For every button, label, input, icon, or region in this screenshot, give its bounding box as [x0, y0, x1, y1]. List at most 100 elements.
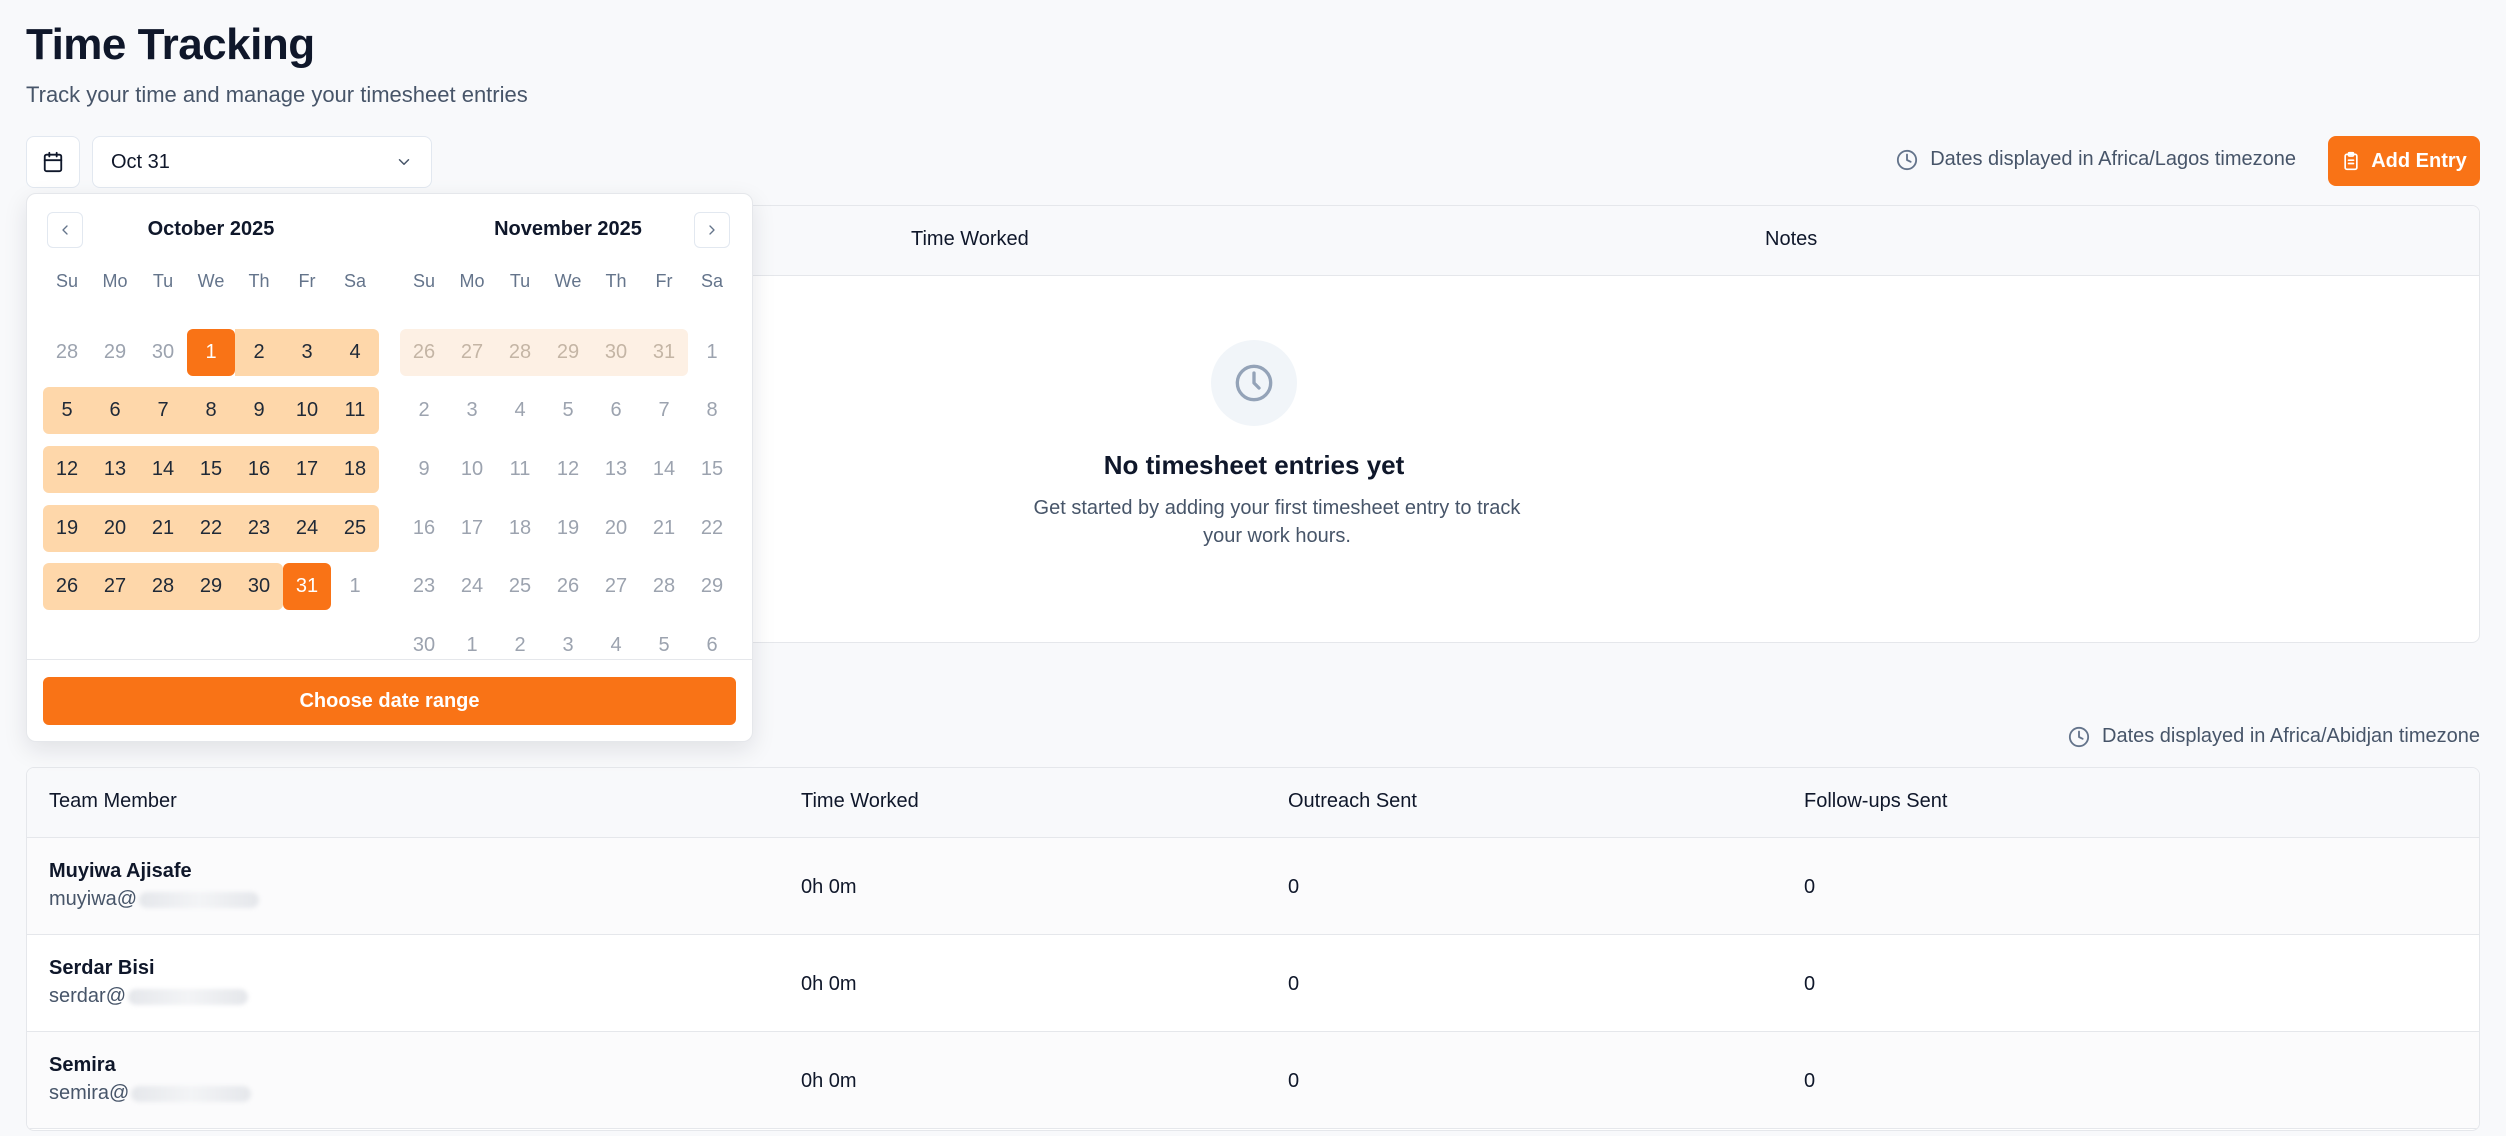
calendar-day[interactable]: 4	[496, 387, 544, 434]
calendar-day[interactable]: 5	[640, 622, 688, 669]
calendar-day[interactable]: 26	[544, 563, 592, 610]
date-select[interactable]: Oct 31	[92, 136, 432, 188]
calendar-day[interactable]: 14	[139, 446, 187, 494]
table-row[interactable]: Muyiwa Ajisafe muyiwa@ 0h 0m 0 0	[27, 838, 2479, 935]
calendar-day[interactable]: 29	[688, 563, 736, 610]
calendar-day[interactable]: 1	[448, 622, 496, 669]
calendar-day[interactable]: 1	[187, 328, 235, 376]
calendar-day[interactable]: 1	[688, 329, 736, 376]
calendar-day[interactable]: 22	[688, 505, 736, 552]
calendar-day[interactable]: 21	[139, 504, 187, 552]
calendar-day[interactable]: 26	[400, 328, 448, 376]
calendar-day[interactable]: 5	[544, 387, 592, 434]
calendar-day[interactable]: 6	[91, 387, 139, 435]
chevron-right-icon	[709, 225, 715, 235]
weekday-label: Tu	[152, 270, 174, 291]
column-header-notes: Notes	[1765, 228, 1818, 250]
calendar-day[interactable]: 13	[592, 446, 640, 493]
calendar-day[interactable]: 12	[43, 446, 91, 494]
weekday-label: Sa	[700, 270, 724, 291]
calendar-day[interactable]: 1	[331, 563, 379, 610]
calendar-day[interactable]: 20	[91, 504, 139, 552]
calendar-day[interactable]: 28	[496, 328, 544, 376]
calendar-day[interactable]: 30	[400, 622, 448, 669]
add-entry-button[interactable]: Add Entry	[2328, 136, 2480, 186]
calendar-day[interactable]: 4	[592, 622, 640, 669]
calendar-day[interactable]: 28	[43, 329, 91, 376]
calendar-day[interactable]: 19	[43, 504, 91, 552]
calendar-day[interactable]: 4	[331, 328, 379, 376]
calendar-day[interactable]: 20	[592, 505, 640, 552]
member-name: Muyiwa Ajisafe	[49, 860, 192, 882]
calendar-day[interactable]: 9	[235, 387, 283, 435]
table-row[interactable]: Serdar Bisi serdar@ 0h 0m 0 0	[27, 935, 2479, 1032]
calendar-day[interactable]: 31	[283, 563, 331, 611]
calendar-day[interactable]: 31	[640, 328, 688, 376]
calendar-day[interactable]: 21	[640, 505, 688, 552]
calendar-day[interactable]: 5	[43, 387, 91, 435]
member-email: semira@	[49, 1082, 252, 1105]
calendar-day[interactable]: 2	[235, 328, 283, 376]
calendar-day[interactable]: 23	[400, 563, 448, 610]
calendar-day[interactable]: 18	[331, 446, 379, 494]
calendar-day[interactable]: 8	[688, 387, 736, 434]
calendar-day[interactable]: 28	[640, 563, 688, 610]
calendar-day[interactable]: 9	[400, 446, 448, 493]
calendar-day[interactable]: 24	[448, 563, 496, 610]
calendar-day[interactable]: 8	[187, 387, 235, 435]
calendar-day[interactable]: 26	[43, 563, 91, 611]
calendar-day[interactable]: 7	[139, 387, 187, 435]
calendar-day[interactable]: 2	[496, 622, 544, 669]
calendar-day[interactable]: 25	[496, 563, 544, 610]
calendar-day[interactable]: 10	[448, 446, 496, 493]
table-row[interactable]: Semira semira@ 0h 0m 0 0	[27, 1032, 2479, 1129]
calendar-day[interactable]: 3	[448, 387, 496, 434]
calendar-day[interactable]: 27	[592, 563, 640, 610]
calendar-day[interactable]: 29	[544, 328, 592, 376]
calendar-day[interactable]: 30	[592, 328, 640, 376]
calendar-day[interactable]: 15	[187, 446, 235, 494]
calendar-day[interactable]: 12	[544, 446, 592, 493]
popover-divider	[27, 659, 752, 660]
calendar-day[interactable]: 28	[139, 563, 187, 611]
calendar-day[interactable]: 2	[400, 387, 448, 434]
followups-sent-cell: 0	[1804, 1070, 1816, 1092]
calendar-day[interactable]: 3	[544, 622, 592, 669]
calendar-day[interactable]: 24	[283, 504, 331, 552]
choose-date-range-button[interactable]: Choose date range	[43, 677, 736, 725]
calendar-day[interactable]: 29	[91, 329, 139, 376]
prev-month-button[interactable]	[47, 212, 83, 248]
calendar-day[interactable]: 7	[640, 387, 688, 434]
calendar-button[interactable]	[26, 136, 80, 188]
calendar-day[interactable]: 14	[640, 446, 688, 493]
calendar-day[interactable]: 18	[496, 505, 544, 552]
calendar-day[interactable]: 17	[283, 446, 331, 494]
calendar-day[interactable]: 27	[91, 563, 139, 611]
column-header-time-worked: Time Worked	[801, 790, 919, 812]
calendar-day[interactable]: 16	[400, 505, 448, 552]
calendar-day[interactable]: 30	[139, 329, 187, 376]
calendar-day[interactable]: 29	[187, 563, 235, 611]
calendar-day[interactable]: 22	[187, 504, 235, 552]
calendar-day[interactable]: 13	[91, 446, 139, 494]
calendar-day[interactable]: 16	[235, 446, 283, 494]
chevron-left-icon	[62, 225, 68, 235]
calendar-day[interactable]: 6	[592, 387, 640, 434]
calendar-day[interactable]: 25	[331, 504, 379, 552]
calendar-day[interactable]: 27	[448, 328, 496, 376]
calendar-day[interactable]: 11	[496, 446, 544, 493]
column-header-time-worked: Time Worked	[911, 228, 1029, 250]
team-table-header: Team Member Time Worked Outreach Sent Fo…	[27, 768, 2479, 838]
calendar-day[interactable]: 30	[235, 563, 283, 611]
calendar-day[interactable]: 6	[688, 622, 736, 669]
calendar-day[interactable]: 23	[235, 504, 283, 552]
calendar-day[interactable]: 19	[544, 505, 592, 552]
calendar-day[interactable]: 15	[688, 446, 736, 493]
timezone-note: Dates displayed in Africa/Lagos timezone	[1896, 148, 2296, 171]
next-month-button[interactable]	[694, 212, 730, 248]
weekday-label: Tu	[509, 270, 531, 291]
calendar-day[interactable]: 3	[283, 328, 331, 376]
calendar-day[interactable]: 11	[331, 387, 379, 435]
calendar-day[interactable]: 10	[283, 387, 331, 435]
calendar-day[interactable]: 17	[448, 505, 496, 552]
